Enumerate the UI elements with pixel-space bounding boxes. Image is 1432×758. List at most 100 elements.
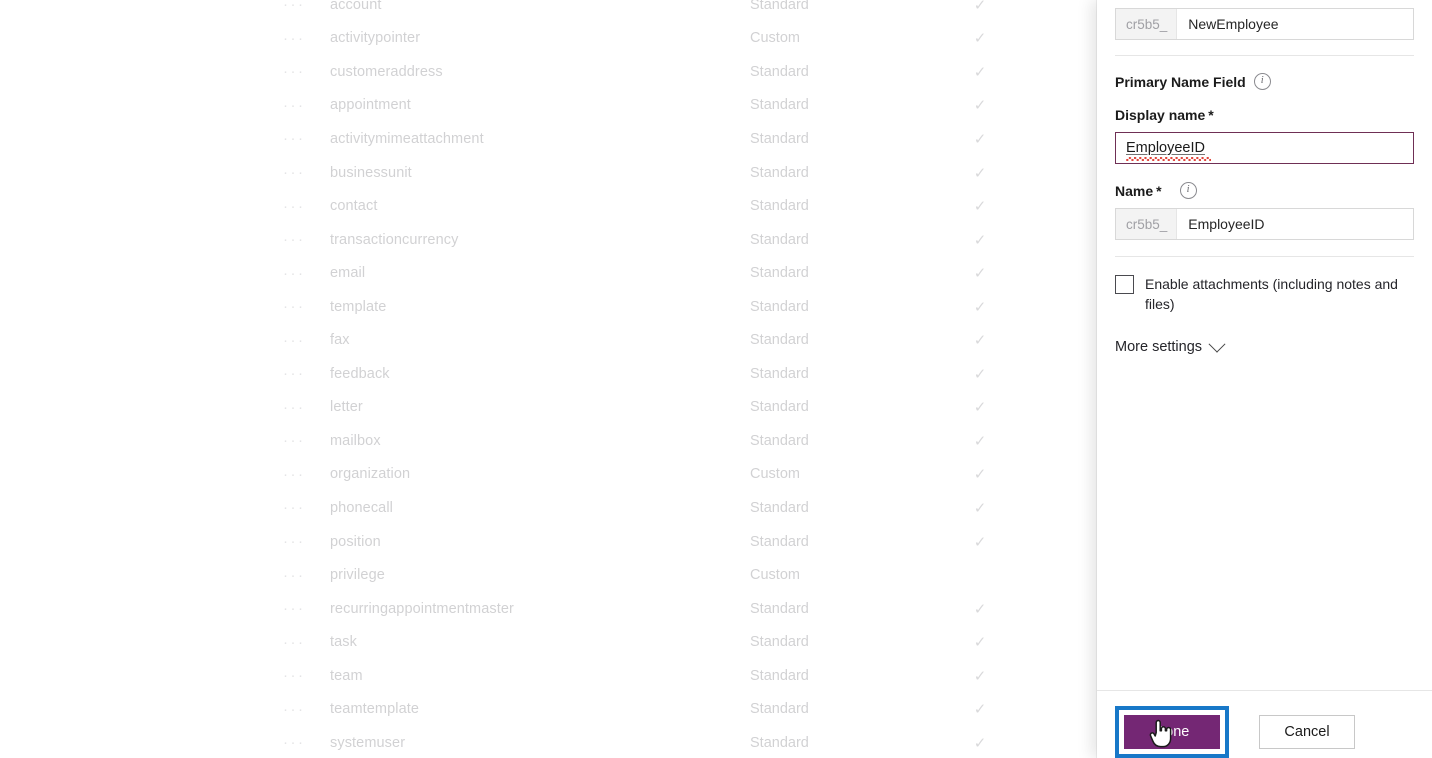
table-row[interactable]: ··· systemuser Standard ✓ — [0, 726, 1097, 758]
row-more-actions-icon[interactable]: ··· — [270, 702, 330, 717]
table-row-check-icon: ✓ — [973, 63, 987, 81]
name-field[interactable]: cr5b5_ EmployeeID — [1115, 208, 1414, 240]
table-row-type: Standard — [750, 499, 809, 516]
table-row-check-icon: ✓ — [973, 198, 987, 216]
row-more-actions-icon[interactable]: ··· — [270, 165, 330, 180]
table-row-type: Standard — [750, 667, 809, 684]
table-row-type: Standard — [750, 0, 809, 13]
done-button[interactable]: Done — [1124, 714, 1220, 749]
name-prefix: cr5b5_ — [1116, 209, 1178, 239]
table-row-check-icon: ✓ — [973, 600, 987, 618]
table-row-name: activitymimeattachment — [330, 130, 484, 147]
table-row-name: systemuser — [330, 734, 406, 751]
row-more-actions-icon[interactable]: ··· — [270, 400, 330, 415]
row-more-actions-icon[interactable]: ··· — [270, 31, 330, 46]
table-row-name: organization — [330, 466, 411, 483]
table-row-check-icon: ✓ — [973, 432, 987, 450]
table-row-name: phonecall — [330, 499, 393, 516]
row-more-actions-icon[interactable]: ··· — [270, 333, 330, 348]
row-more-actions-icon[interactable]: ··· — [270, 299, 330, 314]
display-name-label: Display name * — [1115, 107, 1414, 123]
row-more-actions-icon[interactable]: ··· — [270, 568, 330, 583]
table-row[interactable]: ··· task Standard ✓ — [0, 625, 1097, 659]
info-icon[interactable]: i — [1253, 73, 1271, 90]
table-row-name: template — [330, 298, 387, 315]
row-more-actions-icon[interactable]: ··· — [270, 735, 330, 750]
row-more-actions-icon[interactable]: ··· — [270, 668, 330, 683]
row-more-actions-icon[interactable]: ··· — [270, 131, 330, 146]
table-row-check-icon: ✓ — [973, 399, 987, 417]
row-more-actions-icon[interactable]: ··· — [270, 534, 330, 549]
table-row[interactable]: ··· customeraddress Standard ✓ — [0, 55, 1097, 89]
row-more-actions-icon[interactable]: ··· — [270, 366, 330, 381]
table-row-name: feedback — [330, 365, 390, 382]
table-row-type: Standard — [750, 130, 809, 147]
table-row-name: recurringappointmentmaster — [330, 600, 514, 617]
row-more-actions-icon[interactable]: ··· — [270, 0, 330, 12]
table-row[interactable]: ··· organization Custom ✓ — [0, 458, 1097, 492]
more-settings-label: More settings — [1115, 339, 1203, 355]
row-more-actions-icon[interactable]: ··· — [270, 98, 330, 113]
row-more-actions-icon[interactable]: ··· — [270, 64, 330, 79]
table-row[interactable]: ··· phonecall Standard ✓ — [0, 491, 1097, 525]
table-row-type: Standard — [750, 298, 809, 315]
table-row[interactable]: ··· team Standard ✓ — [0, 659, 1097, 693]
row-more-actions-icon[interactable]: ··· — [270, 266, 330, 281]
table-row[interactable]: ··· businessunit Standard ✓ — [0, 156, 1097, 190]
table-row-type: Standard — [750, 634, 809, 651]
table-row[interactable]: ··· fax Standard ✓ — [0, 323, 1097, 357]
table-row[interactable]: ··· email Standard ✓ — [0, 256, 1097, 290]
primary-name-field-heading: Primary Name Field i — [1115, 73, 1414, 90]
table-row[interactable]: ··· letter Standard ✓ — [0, 391, 1097, 425]
new-table-panel: cr5b5_ NewEmployee Primary Name Field i … — [1097, 0, 1432, 758]
name-value: EmployeeID — [1188, 216, 1265, 232]
row-more-actions-icon[interactable]: ··· — [270, 601, 330, 616]
table-row-check-icon: ✓ — [973, 332, 987, 350]
table-row[interactable]: ··· mailbox Standard ✓ — [0, 424, 1097, 458]
enable-attachments-label: Enable attachments (including notes and … — [1145, 276, 1398, 312]
row-more-actions-icon[interactable]: ··· — [270, 635, 330, 650]
table-row[interactable]: ··· template Standard ✓ — [0, 290, 1097, 324]
table-row-check-icon: ✓ — [973, 30, 987, 48]
row-more-actions-icon[interactable]: ··· — [270, 500, 330, 515]
table-row-type: Custom — [750, 567, 800, 584]
table-row-check-icon: ✓ — [973, 466, 987, 484]
table-row[interactable]: ··· teamtemplate Standard ✓ — [0, 692, 1097, 726]
table-row[interactable]: ··· privilege Custom — [0, 558, 1097, 592]
table-row[interactable]: ··· transactioncurrency Standard ✓ — [0, 223, 1097, 257]
more-settings-toggle[interactable]: More settings — [1115, 335, 1226, 355]
table-row[interactable]: ··· feedback Standard ✓ — [0, 357, 1097, 391]
table-row-type: Custom — [750, 466, 800, 483]
table-row-name: teamtemplate — [330, 701, 420, 718]
table-row-check-icon: ✓ — [973, 265, 987, 283]
row-more-actions-icon[interactable]: ··· — [270, 199, 330, 214]
table-row-check-icon: ✓ — [973, 97, 987, 115]
table-row[interactable]: ··· position Standard ✓ — [0, 525, 1097, 559]
table-row-type: Custom — [750, 30, 800, 47]
name-label-text: Name — [1115, 182, 1154, 199]
table-row[interactable]: ··· account Standard ✓ — [0, 0, 1097, 22]
table-row-check-icon: ✓ — [973, 499, 987, 517]
table-row[interactable]: ··· activitypointer Custom ✓ — [0, 22, 1097, 56]
table-row[interactable]: ··· contact Standard ✓ — [0, 189, 1097, 223]
info-icon[interactable]: i — [1179, 182, 1197, 199]
table-row-type: Standard — [750, 734, 809, 751]
table-row[interactable]: ··· recurringappointmentmaster Standard ✓ — [0, 592, 1097, 626]
table-row-name: businessunit — [330, 164, 412, 181]
display-name-value: EmployeeID — [1126, 139, 1205, 156]
plural-name-field[interactable]: cr5b5_ NewEmployee — [1115, 8, 1414, 40]
chevron-down-icon — [1208, 335, 1226, 353]
enable-attachments-checkbox[interactable] — [1115, 275, 1134, 294]
table-row-type: Standard — [750, 399, 809, 416]
cancel-button[interactable]: Cancel — [1259, 714, 1355, 749]
row-more-actions-icon[interactable]: ··· — [270, 467, 330, 482]
table-row-name: mailbox — [330, 432, 381, 449]
row-more-actions-icon[interactable]: ··· — [270, 433, 330, 448]
panel-body: cr5b5_ NewEmployee Primary Name Field i … — [1097, 0, 1432, 690]
table-row[interactable]: ··· activitymimeattachment Standard ✓ — [0, 122, 1097, 156]
table-row-name: email — [330, 265, 366, 282]
enable-attachments-row[interactable]: Enable attachments (including notes and … — [1115, 274, 1414, 314]
table-row[interactable]: ··· appointment Standard ✓ — [0, 89, 1097, 123]
primary-name-field-label: Primary Name Field — [1115, 73, 1246, 90]
row-more-actions-icon[interactable]: ··· — [270, 232, 330, 247]
